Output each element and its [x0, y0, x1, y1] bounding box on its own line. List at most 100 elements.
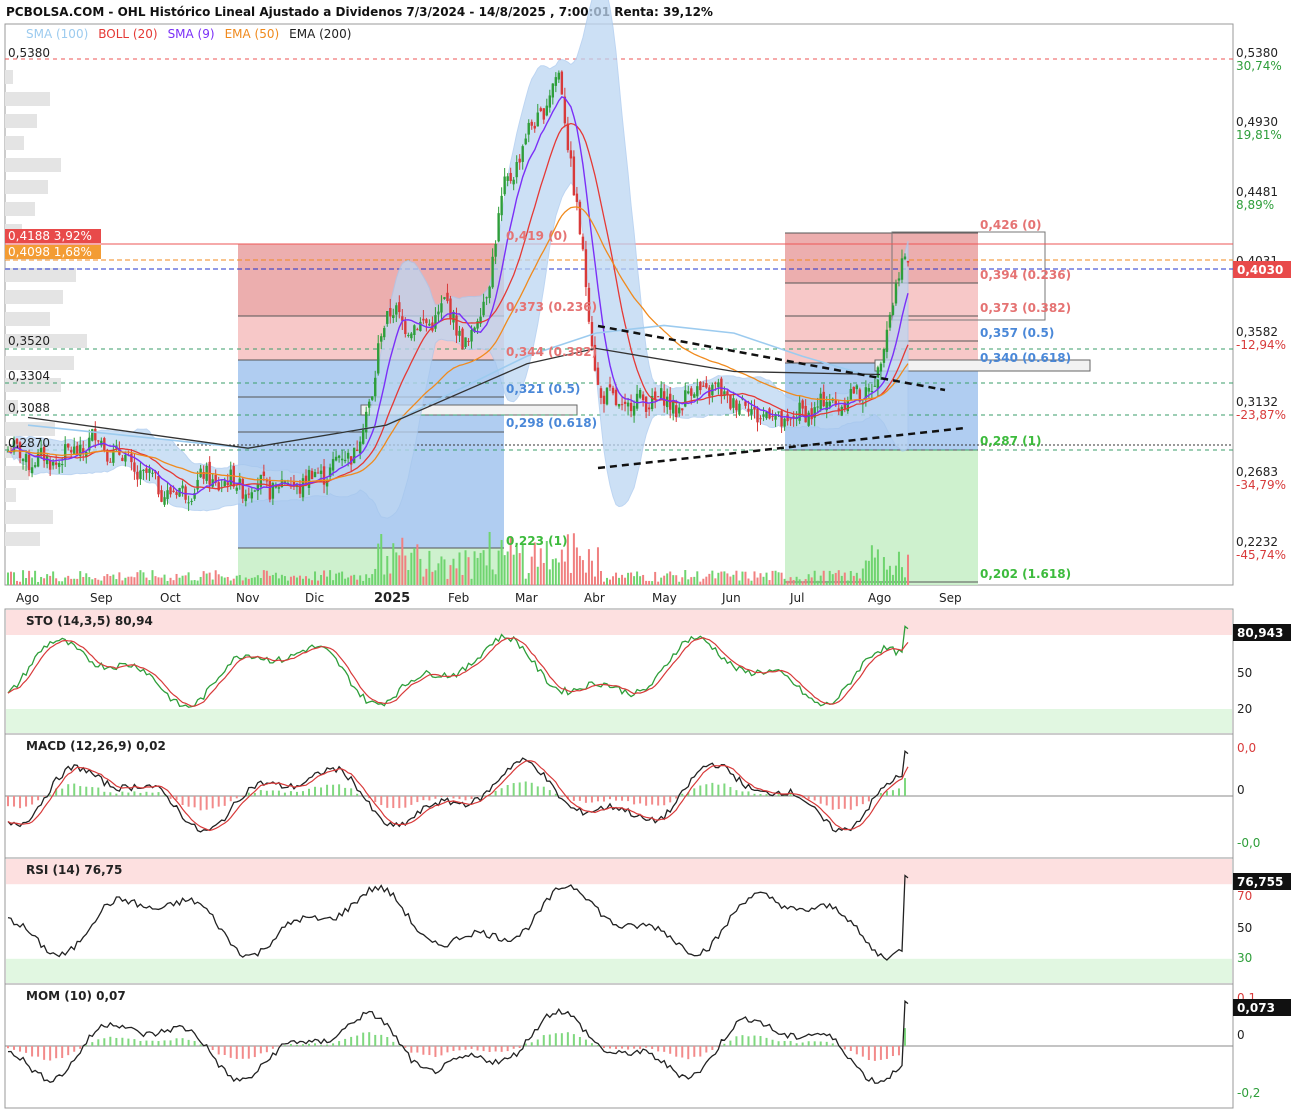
- mom-histogram-bar: [578, 1036, 581, 1046]
- volume-bar: [774, 570, 777, 585]
- macd-histogram-bar: [151, 792, 154, 796]
- macd-histogram-bar: [205, 796, 208, 810]
- candle-body: [190, 500, 193, 502]
- mom-histogram-bar: [139, 1040, 142, 1046]
- candle-body: [614, 389, 618, 405]
- macd-histogram-bar: [326, 784, 329, 796]
- volume-bar: [244, 577, 247, 585]
- volume-profile-bar: [5, 312, 50, 326]
- macd-tick: 0: [1237, 783, 1245, 797]
- candle-body: [638, 389, 642, 398]
- macd-histogram-bar: [283, 792, 286, 796]
- month-label: Sep: [90, 591, 113, 605]
- volume-bar: [873, 557, 876, 585]
- volume-bar: [687, 579, 690, 585]
- volume-bar: [277, 578, 280, 585]
- macd-histogram-bar: [265, 790, 268, 796]
- mom-histogram-bar: [759, 1036, 762, 1046]
- volume-bar: [28, 570, 31, 585]
- volume-bar: [211, 579, 214, 585]
- volume-bar: [789, 577, 792, 585]
- right-axis-pct: 30,74%: [1236, 59, 1282, 73]
- mom-histogram-bar: [566, 1032, 569, 1046]
- sto-tag: 80,943: [1237, 626, 1283, 640]
- mom-histogram-bar: [31, 1046, 34, 1057]
- month-label: Ago: [868, 591, 891, 605]
- volume-bar: [148, 580, 151, 585]
- macd-histogram-bar: [693, 788, 696, 796]
- volume-bar: [609, 579, 612, 585]
- candle-body: [563, 96, 567, 124]
- right-axis-pct: -23,87%: [1236, 408, 1286, 422]
- macd-histogram-bar: [338, 784, 341, 796]
- volume-bar: [536, 566, 539, 585]
- volume-bar: [581, 560, 584, 585]
- candle-body: [575, 193, 579, 202]
- macd-histogram-bar: [548, 790, 551, 796]
- candle-body: [693, 394, 696, 398]
- mom-histogram-bar: [873, 1046, 876, 1061]
- volume-bar: [344, 578, 347, 585]
- candle-body: [846, 400, 849, 412]
- macd-histogram-bar: [211, 796, 214, 809]
- macd-histogram-bar: [277, 790, 280, 796]
- volume-profile-bar: [5, 290, 63, 304]
- candle-body: [247, 493, 251, 495]
- candle-body: [855, 385, 859, 390]
- mom-histogram-bar: [19, 1046, 22, 1052]
- candle-body: [301, 478, 305, 498]
- volume-bar: [533, 542, 536, 585]
- volume-bar: [660, 577, 663, 585]
- mom-histogram-bar: [91, 1042, 94, 1046]
- mom-title: MOM (10) 0,07: [26, 989, 126, 1003]
- volume-bar: [765, 572, 768, 585]
- volume-bar: [377, 543, 380, 585]
- candle-body: [653, 391, 657, 400]
- mom-histogram-bar: [747, 1036, 750, 1046]
- mom-histogram-bar: [609, 1046, 612, 1049]
- volume-bar: [398, 555, 401, 585]
- volume-bar: [13, 572, 16, 585]
- chart-screen: PCBOLSA.COM - OHL Histórico Lineal Ajust…: [0, 0, 1299, 1113]
- candle-body: [346, 452, 350, 459]
- volume-bar: [112, 574, 115, 585]
- volume-bar: [569, 572, 572, 585]
- volume-bar: [888, 565, 891, 585]
- volume-bar: [22, 570, 25, 585]
- volume-bar: [885, 569, 888, 585]
- mom-histogram-bar: [891, 1046, 894, 1057]
- macd-histogram-bar: [753, 793, 756, 796]
- mom-histogram-bar: [163, 1040, 166, 1046]
- volume-bar: [491, 569, 494, 585]
- volume-bar: [723, 571, 726, 585]
- volume-bar: [205, 573, 208, 585]
- mom-histogram-bar: [681, 1046, 684, 1058]
- mom-histogram-bar: [253, 1046, 256, 1058]
- mom-histogram-bar: [13, 1046, 16, 1050]
- volume-bar: [602, 581, 605, 585]
- macd-histogram-bar: [187, 796, 190, 807]
- macd-histogram-bar: [446, 796, 449, 797]
- candle-body: [672, 401, 675, 414]
- mom-histogram-bar: [440, 1046, 443, 1056]
- candle-body: [566, 123, 570, 151]
- mom-histogram-bar: [127, 1038, 130, 1046]
- mom-histogram-bar: [61, 1046, 64, 1058]
- mom-histogram-bar: [669, 1046, 672, 1054]
- mom-histogram-bar: [795, 1043, 798, 1046]
- mom-histogram-bar: [639, 1046, 642, 1050]
- volume-bar: [621, 574, 624, 585]
- candle-body: [765, 411, 768, 419]
- volume-bar: [846, 580, 849, 585]
- volume-bar: [7, 572, 9, 585]
- macd-histogram-bar: [350, 788, 353, 796]
- macd-histogram-bar: [344, 787, 347, 796]
- candle-body: [599, 388, 603, 398]
- mom-histogram-bar: [223, 1046, 226, 1056]
- candle-body: [352, 447, 356, 464]
- macd-histogram-bar: [97, 787, 100, 796]
- volume-bar: [25, 578, 28, 585]
- volume-bar: [470, 578, 473, 585]
- volume-bar: [256, 575, 259, 585]
- macd-histogram-bar: [295, 791, 298, 796]
